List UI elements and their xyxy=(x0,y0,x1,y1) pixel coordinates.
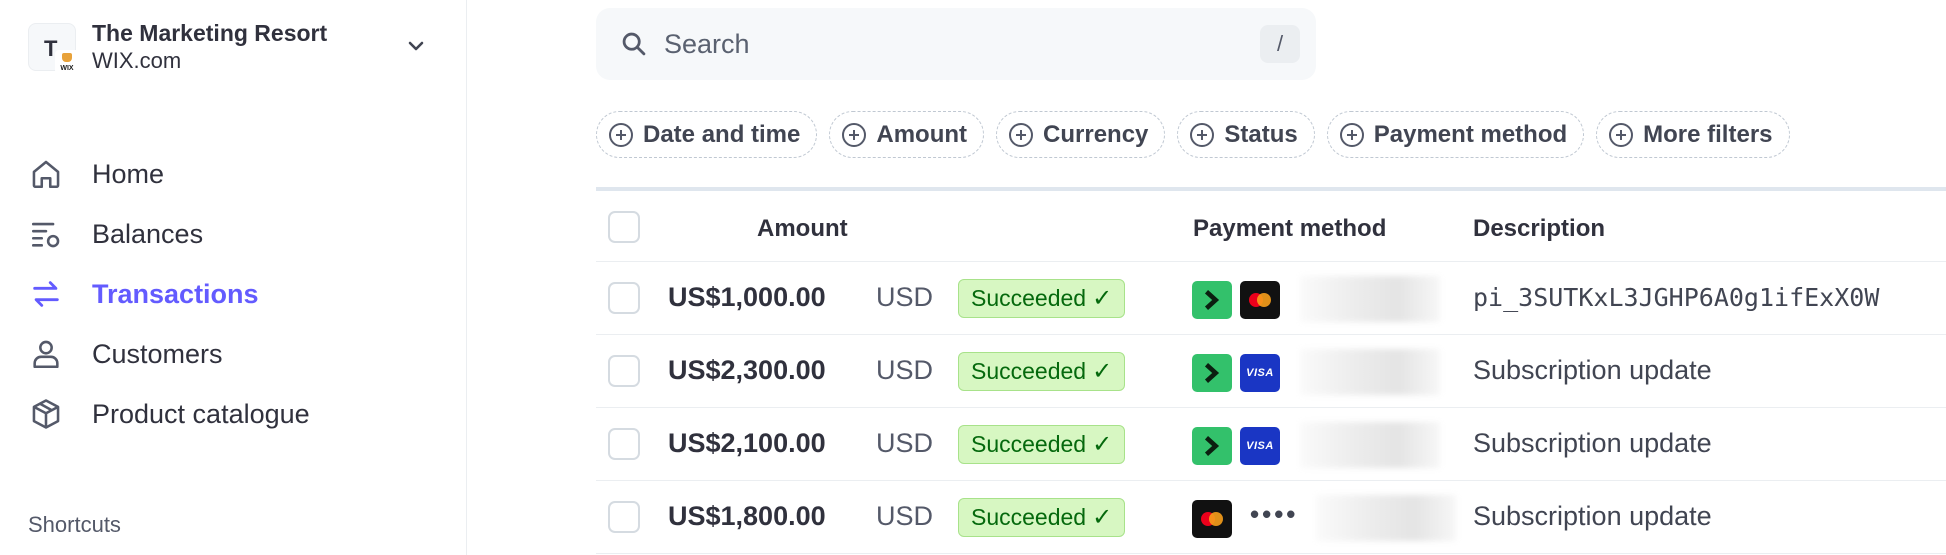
chevron-down-icon[interactable] xyxy=(404,34,428,58)
sidebar-item-balances[interactable]: Balances xyxy=(28,204,448,264)
select-all-checkbox[interactable] xyxy=(608,211,640,243)
search-shortcut-key: / xyxy=(1260,25,1300,63)
link-icon xyxy=(1192,281,1232,319)
table-row[interactable]: US$1,000.00 USD Succeeded ✓ pi_3SUTKxL3JG… xyxy=(596,262,1946,335)
sidebar-item-home[interactable]: Home xyxy=(28,144,448,204)
check-icon: ✓ xyxy=(1092,431,1113,458)
account-name: The Marketing Resort xyxy=(92,20,328,46)
filter-currency[interactable]: Currency xyxy=(996,111,1166,158)
link-icon xyxy=(1192,354,1232,392)
row-checkbox[interactable] xyxy=(608,355,640,387)
status-badge: Succeeded ✓ xyxy=(958,498,1126,537)
status-label: Succeeded xyxy=(971,358,1087,384)
filter-payment-method[interactable]: Payment method xyxy=(1326,111,1585,158)
status-badge: Succeeded ✓ xyxy=(958,352,1126,391)
status-label: Succeeded xyxy=(971,504,1087,530)
row-checkbox[interactable] xyxy=(608,501,640,533)
table-row[interactable]: US$2,300.00 USD Succeeded ✓ VISA Subscrip… xyxy=(596,335,1946,408)
description-value: Subscription update xyxy=(1473,355,1712,385)
status-label: Succeeded xyxy=(971,285,1087,311)
account-switcher[interactable]: T WIX The Marketing Resort WIX.com xyxy=(28,18,428,76)
column-header-payment-method[interactable]: Payment method xyxy=(1193,215,1386,243)
add-circle-icon xyxy=(842,122,867,147)
currency-code: USD xyxy=(876,501,934,531)
redacted-card-number xyxy=(1316,495,1456,541)
row-checkbox[interactable] xyxy=(608,282,640,314)
redacted-card-number xyxy=(1300,349,1440,395)
currency-code: USD xyxy=(876,428,934,458)
filter-more-filters[interactable]: More filters xyxy=(1596,111,1790,158)
customer-icon xyxy=(28,336,64,372)
table-row[interactable]: US$1,800.00 USD Succeeded ✓ •••• Subscrip… xyxy=(596,481,1946,554)
search-input[interactable]: Search / xyxy=(596,8,1316,80)
sidebar-item-transactions[interactable]: Transactions xyxy=(28,264,448,324)
filter-bar: Date and time Amount Currency Status Pay… xyxy=(596,111,1790,158)
add-circle-icon xyxy=(1190,122,1215,147)
filter-status[interactable]: Status xyxy=(1177,111,1315,158)
status-badge: Succeeded ✓ xyxy=(958,279,1126,318)
filter-label: Currency xyxy=(1043,120,1149,148)
home-icon xyxy=(28,156,64,192)
account-avatar: T WIX xyxy=(28,23,79,74)
filter-label: Date and time xyxy=(643,120,801,148)
description-value: pi_3SUTKxL3JGHP6A0g1ifExX0W xyxy=(1473,283,1880,312)
column-header-amount[interactable]: Amount xyxy=(757,215,848,243)
sidebar-item-label: Product catalogue xyxy=(92,398,310,429)
balances-icon xyxy=(28,216,64,252)
add-circle-icon xyxy=(1609,122,1634,147)
check-icon: ✓ xyxy=(1092,504,1113,531)
currency-code: USD xyxy=(876,282,934,312)
sidebar: T WIX The Marketing Resort WIX.com Home … xyxy=(0,0,467,555)
transactions-icon xyxy=(28,276,64,312)
amount-value: US$2,300.00 xyxy=(668,355,826,385)
amount-value: US$2,100.00 xyxy=(668,428,826,458)
check-icon: ✓ xyxy=(1092,358,1113,385)
sidebar-item-label: Customers xyxy=(92,338,223,369)
check-icon: ✓ xyxy=(1092,285,1113,312)
redacted-card-number xyxy=(1300,276,1440,322)
filter-label: Status xyxy=(1224,120,1298,148)
redacted-card-number xyxy=(1300,422,1440,468)
add-circle-icon xyxy=(1339,122,1364,147)
table-row[interactable]: US$2,100.00 USD Succeeded ✓ VISA Subscrip… xyxy=(596,408,1946,481)
masked-card-dots: •••• xyxy=(1250,499,1299,529)
box-icon xyxy=(28,396,64,432)
shortcuts-heading: Shortcuts xyxy=(28,512,121,537)
sidebar-item-label: Balances xyxy=(92,218,204,249)
mastercard-icon xyxy=(1192,500,1232,538)
filter-label: Amount xyxy=(876,120,968,148)
filter-label: Payment method xyxy=(1373,120,1568,148)
wix-logo-icon: WIX xyxy=(55,50,79,74)
sidebar-item-product-catalogue[interactable]: Product catalogue xyxy=(28,384,448,444)
transactions-table: Amount Payment method Description US$1,0… xyxy=(596,187,1946,554)
search-icon xyxy=(622,32,646,56)
filter-label: More filters xyxy=(1643,120,1773,148)
description-value: Subscription update xyxy=(1473,501,1712,531)
add-circle-icon xyxy=(1009,122,1034,147)
amount-value: US$1,000.00 xyxy=(668,282,826,312)
search-placeholder: Search xyxy=(664,28,750,59)
sidebar-item-label: Transactions xyxy=(92,278,259,309)
link-icon xyxy=(1192,427,1232,465)
amount-value: US$1,800.00 xyxy=(668,501,826,531)
visa-icon: VISA xyxy=(1240,354,1280,392)
column-header-description[interactable]: Description xyxy=(1473,215,1605,243)
filter-amount[interactable]: Amount xyxy=(829,111,985,158)
table-header: Amount Payment method Description xyxy=(596,187,1946,262)
account-domain: WIX.com xyxy=(92,48,182,73)
mastercard-icon xyxy=(1240,281,1280,319)
status-label: Succeeded xyxy=(971,431,1087,457)
sidebar-item-customers[interactable]: Customers xyxy=(28,324,448,384)
sidebar-item-label: Home xyxy=(92,158,165,189)
filter-date-and-time[interactable]: Date and time xyxy=(596,111,818,158)
visa-icon: VISA xyxy=(1240,427,1280,465)
description-value: Subscription update xyxy=(1473,428,1712,458)
status-badge: Succeeded ✓ xyxy=(958,425,1126,464)
sidebar-nav: Home Balances Transactions Customers Pro… xyxy=(28,144,448,444)
row-checkbox[interactable] xyxy=(608,428,640,460)
add-circle-icon xyxy=(609,122,633,147)
currency-code: USD xyxy=(876,355,934,385)
